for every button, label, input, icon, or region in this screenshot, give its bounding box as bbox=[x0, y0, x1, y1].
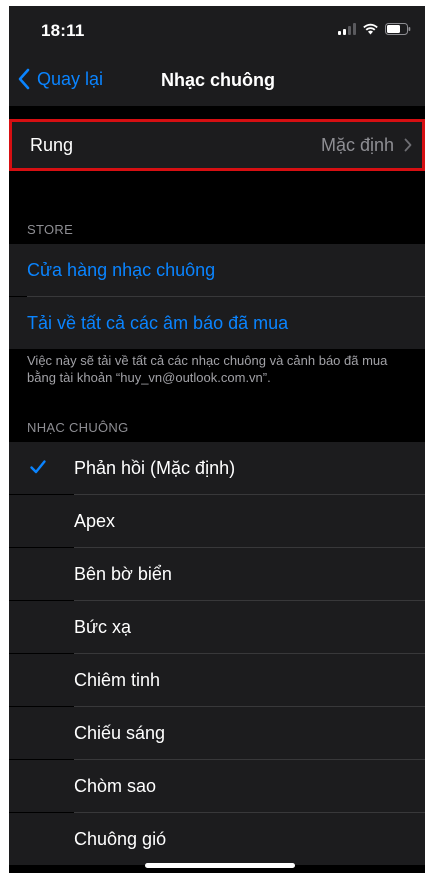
battery-icon bbox=[385, 23, 411, 35]
ringtone-store-label: Cửa hàng nhạc chuông bbox=[27, 259, 216, 280]
vibration-value: Mặc định bbox=[320, 134, 394, 155]
status-time: 18:11 bbox=[41, 21, 85, 40]
download-purchased-tones-link[interactable]: Tải về tất cả các âm báo đã mua bbox=[9, 297, 425, 349]
checkmark-icon bbox=[30, 460, 46, 474]
home-indicator[interactable] bbox=[145, 863, 295, 868]
vibration-label: Rung bbox=[30, 134, 74, 155]
download-purchased-tones-label: Tải về tất cả các âm báo đã mua bbox=[27, 312, 289, 333]
signal-icon bbox=[338, 23, 356, 35]
store-section-header: STORE bbox=[27, 222, 74, 237]
navigation-bar: Quay lại Nhạc chuông bbox=[9, 58, 425, 106]
ringtone-label: Chòm sao bbox=[74, 775, 157, 796]
phone-screen: 18:11 Quay lại Nhạc chuông Rung Mặc định… bbox=[9, 6, 425, 873]
ringtone-item[interactable]: Chiếu sáng bbox=[9, 707, 425, 759]
ringtone-label: Bức xạ bbox=[74, 616, 132, 637]
ringtone-label: Apex bbox=[74, 510, 116, 531]
ringtone-item[interactable]: Chiêm tinh bbox=[9, 654, 425, 706]
ringtone-item[interactable]: Chòm sao bbox=[9, 760, 425, 812]
ringtone-item[interactable]: Bức xạ bbox=[9, 601, 425, 653]
ringtone-item[interactable]: Apex bbox=[9, 495, 425, 547]
page-title: Nhạc chuông bbox=[160, 70, 275, 90]
store-footer-note: Việc này sẽ tải về tất cả các nhạc chuôn… bbox=[27, 353, 388, 385]
ringtone-item[interactable]: Bên bờ biển bbox=[9, 548, 425, 600]
status-icons bbox=[338, 23, 411, 35]
vibration-value-group: Mặc định bbox=[321, 122, 412, 168]
wifi-icon bbox=[363, 23, 378, 35]
ringtone-label: Chuông gió bbox=[74, 828, 167, 849]
status-bar: 18:11 bbox=[9, 6, 425, 58]
ringtone-label: Bên bờ biển bbox=[74, 563, 172, 584]
ringtone-label: Chiếu sáng bbox=[74, 722, 166, 743]
ringtone-label: Phản hồi (Mặc định) bbox=[74, 457, 236, 478]
ringtones-section-header: NHẠC CHUÔNG bbox=[27, 420, 129, 435]
vibration-row[interactable]: Rung Mặc định bbox=[9, 119, 425, 171]
ringtone-store-link[interactable]: Cửa hàng nhạc chuông bbox=[9, 244, 425, 296]
ringtone-item[interactable]: Chuông gió bbox=[9, 813, 425, 865]
ringtone-label: Chiêm tinh bbox=[74, 669, 161, 690]
ringtone-item[interactable]: Phản hồi (Mặc định) bbox=[9, 442, 425, 494]
chevron-right-icon bbox=[404, 138, 412, 152]
